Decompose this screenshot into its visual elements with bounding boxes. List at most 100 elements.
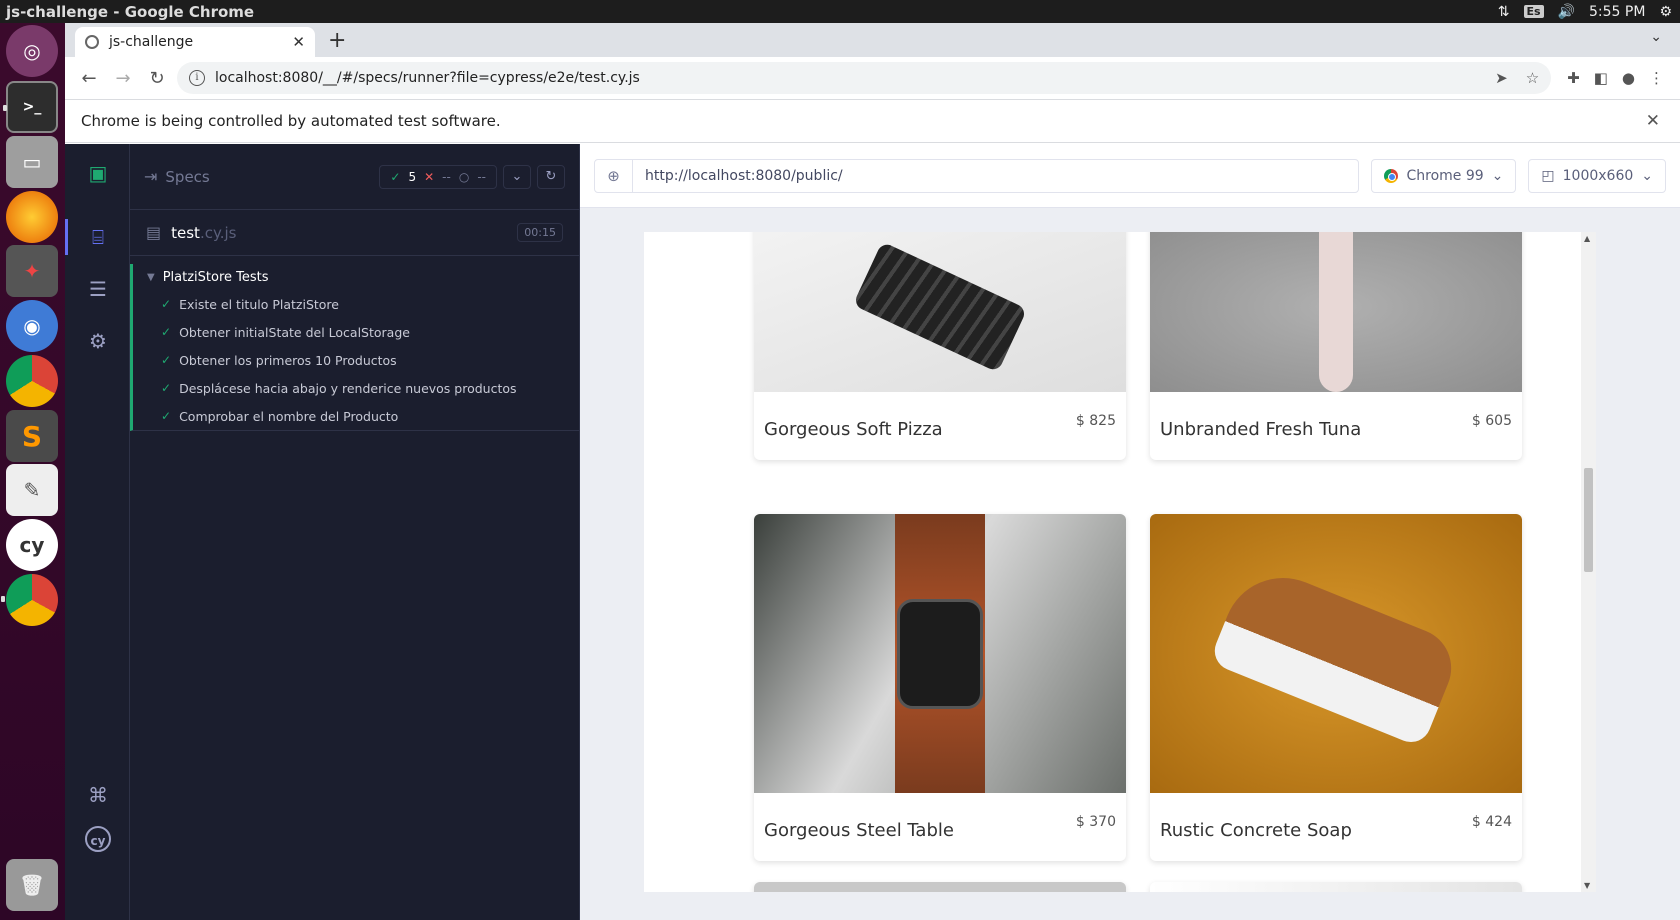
ubuntu-dock: ◎ >_ ▭ ✦ ◉ S ✎ cy 🗑 bbox=[0, 23, 65, 920]
infobar-close-icon[interactable]: ✕ bbox=[1646, 111, 1660, 131]
test-item[interactable]: ✓ Desplácese hacia abajo y renderice nuev… bbox=[133, 374, 579, 402]
collapse-all-button[interactable]: ⌄ bbox=[503, 164, 531, 189]
clock[interactable]: 5:55 PM bbox=[1589, 4, 1645, 20]
test-suite: ▼ PlatziStore Tests ✓ Existe el titulo Pl… bbox=[130, 264, 579, 431]
selector-playground-icon[interactable]: ⊕ bbox=[595, 159, 633, 192]
profile-icon[interactable]: ● bbox=[1622, 69, 1635, 87]
trash-icon[interactable]: 🗑 bbox=[6, 859, 58, 911]
aut-url-bar[interactable]: ⊕ http://localhost:8080/public/ bbox=[594, 158, 1360, 193]
back-button[interactable]: ← bbox=[75, 68, 103, 89]
firefox-icon[interactable] bbox=[6, 191, 58, 243]
test-item[interactable]: ✓ Obtener los primeros 10 Productos bbox=[133, 346, 579, 374]
product-card[interactable] bbox=[1150, 882, 1522, 892]
site-info-icon[interactable]: i bbox=[189, 70, 205, 86]
extensions-icon[interactable]: ✚ bbox=[1567, 69, 1580, 87]
scrollbar-thumb[interactable] bbox=[1584, 468, 1593, 572]
terminal-icon[interactable]: >_ bbox=[3, 81, 58, 133]
ubuntu-icon[interactable]: ◎ bbox=[6, 25, 58, 77]
side-panel-icon[interactable]: ◧ bbox=[1594, 69, 1608, 87]
product-image bbox=[1150, 514, 1522, 793]
new-tab-button[interactable]: + bbox=[328, 28, 346, 53]
document-icon: ▤ bbox=[146, 223, 162, 242]
test-title: Obtener los primeros 10 Productos bbox=[179, 352, 397, 368]
reporter-panel: ⇥ Specs ✓ 5 ✕ -- ○ -- ⌄ ↻ ▤ test.cy.js 0… bbox=[130, 144, 580, 920]
viewport-size: 1000x660 bbox=[1562, 167, 1634, 184]
os-top-bar: js-challenge - Google Chrome ⇅ Es 🔊 5:55… bbox=[0, 0, 1680, 23]
product-price: $ 424 bbox=[1471, 814, 1512, 830]
pending-count: -- bbox=[477, 169, 486, 184]
test-item[interactable]: ✓ Obtener initialState del LocalStorage bbox=[133, 318, 579, 346]
settings-icon[interactable]: ✦ bbox=[6, 245, 58, 297]
system-menu-icon[interactable]: ⚙ bbox=[1659, 4, 1672, 20]
specs-nav-icon[interactable]: ⌸ bbox=[85, 224, 111, 250]
browser-toolbar: ← → ↻ i localhost:8080/__/#/specs/runner… bbox=[65, 57, 1680, 99]
chromium-icon[interactable]: ◉ bbox=[6, 300, 58, 352]
aut-header: ⊕ http://localhost:8080/public/ Chrome 9… bbox=[580, 144, 1680, 208]
test-item[interactable]: ✓ Existe el titulo PlatziStore bbox=[133, 290, 579, 318]
aut-iframe[interactable]: Gorgeous Soft Pizza $ 825 Unbranded Fres… bbox=[644, 232, 1581, 892]
product-card[interactable] bbox=[754, 882, 1126, 892]
product-image bbox=[754, 232, 1126, 392]
product-card[interactable]: Gorgeous Steel Table $ 370 bbox=[754, 514, 1126, 861]
spec-duration: 00:15 bbox=[517, 223, 563, 242]
volume-icon[interactable]: 🔊 bbox=[1558, 4, 1575, 20]
test-title: Obtener initialState del LocalStorage bbox=[179, 324, 410, 340]
menu-icon[interactable]: ⋮ bbox=[1649, 69, 1664, 87]
cypress-sidenav: ▣ ⌸ ☰ ⚙ ⌘ cy bbox=[65, 144, 130, 920]
test-title: Desplácese hacia abajo y renderice nuevo… bbox=[179, 380, 517, 396]
text-editor-icon[interactable]: ✎ bbox=[6, 464, 58, 516]
app-under-test-panel: ⊕ http://localhost:8080/public/ Chrome 9… bbox=[580, 144, 1680, 920]
settings-nav-icon[interactable]: ⚙ bbox=[85, 328, 111, 354]
network-icon[interactable]: ⇅ bbox=[1498, 4, 1510, 20]
specs-label[interactable]: Specs bbox=[165, 168, 209, 186]
runs-nav-icon[interactable]: ☰ bbox=[85, 276, 111, 302]
failed-count: -- bbox=[442, 169, 451, 184]
cypress-logo-icon[interactable]: cy bbox=[85, 826, 111, 852]
check-icon: ✓ bbox=[161, 297, 172, 311]
suite-header[interactable]: ▼ PlatziStore Tests bbox=[133, 264, 579, 290]
product-price: $ 370 bbox=[1075, 814, 1116, 830]
window-title: js-challenge - Google Chrome bbox=[6, 2, 255, 21]
product-card[interactable]: Rustic Concrete Soap $ 424 bbox=[1150, 514, 1522, 861]
product-name: Gorgeous Soft Pizza bbox=[764, 418, 943, 440]
sublime-icon[interactable]: S bbox=[6, 410, 58, 462]
reload-button[interactable]: ↻ bbox=[143, 68, 171, 89]
product-card[interactable]: Gorgeous Soft Pizza $ 825 bbox=[754, 232, 1126, 460]
chrome-icon[interactable] bbox=[6, 355, 58, 407]
check-icon: ✓ bbox=[161, 409, 172, 423]
product-name: Gorgeous Steel Table bbox=[764, 819, 954, 841]
keyboard-shortcuts-icon[interactable]: ⌘ bbox=[85, 782, 111, 808]
spec-extension: .cy.js bbox=[199, 223, 237, 242]
address-text[interactable]: localhost:8080/__/#/specs/runner?file=cy… bbox=[215, 70, 640, 86]
chrome-icon[interactable] bbox=[1, 574, 58, 626]
browser-selector[interactable]: Chrome 99 ⌄ bbox=[1371, 158, 1517, 193]
files-icon[interactable]: ▭ bbox=[6, 136, 58, 188]
close-tab-icon[interactable]: ✕ bbox=[292, 33, 305, 51]
cypress-icon[interactable]: cy bbox=[6, 519, 58, 571]
pending-icon: ○ bbox=[458, 169, 470, 184]
test-item[interactable]: ✓ Comprobar el nombre del Producto bbox=[133, 402, 579, 430]
passed-icon: ✓ bbox=[390, 169, 401, 184]
check-icon: ✓ bbox=[161, 325, 172, 339]
address-bar[interactable]: i localhost:8080/__/#/specs/runner?file=… bbox=[177, 62, 1552, 94]
product-card[interactable]: Unbranded Fresh Tuna $ 605 bbox=[1150, 232, 1522, 460]
scroll-down-icon[interactable]: ▼ bbox=[1584, 881, 1590, 890]
aut-scrollbar[interactable]: ▲ ▼ bbox=[1581, 232, 1596, 892]
suite-title: PlatziStore Tests bbox=[162, 269, 269, 285]
viewport-icon: ◰ bbox=[1541, 167, 1555, 184]
viewport-selector[interactable]: ◰ 1000x660 ⌄ bbox=[1528, 158, 1666, 193]
rerun-button[interactable]: ↻ bbox=[537, 164, 565, 189]
send-icon[interactable]: ➤ bbox=[1495, 69, 1508, 87]
forward-button[interactable]: → bbox=[109, 68, 137, 89]
browser-tab[interactable]: js-challenge ✕ bbox=[75, 27, 315, 57]
scroll-up-icon[interactable]: ▲ bbox=[1584, 234, 1590, 243]
keyboard-layout-indicator[interactable]: Es bbox=[1523, 5, 1544, 18]
tab-search-icon[interactable]: ⌄ bbox=[1650, 29, 1662, 45]
bookmark-star-icon[interactable]: ☆ bbox=[1526, 69, 1539, 87]
browser-name: Chrome 99 bbox=[1406, 167, 1484, 184]
project-icon[interactable]: ▣ bbox=[85, 160, 111, 186]
aut-url: http://localhost:8080/public/ bbox=[645, 167, 843, 184]
passed-count: 5 bbox=[408, 169, 417, 184]
toggle-specs-icon[interactable]: ⇥ bbox=[144, 167, 157, 186]
tab-strip: js-challenge ✕ + ⌄ bbox=[65, 23, 1680, 57]
